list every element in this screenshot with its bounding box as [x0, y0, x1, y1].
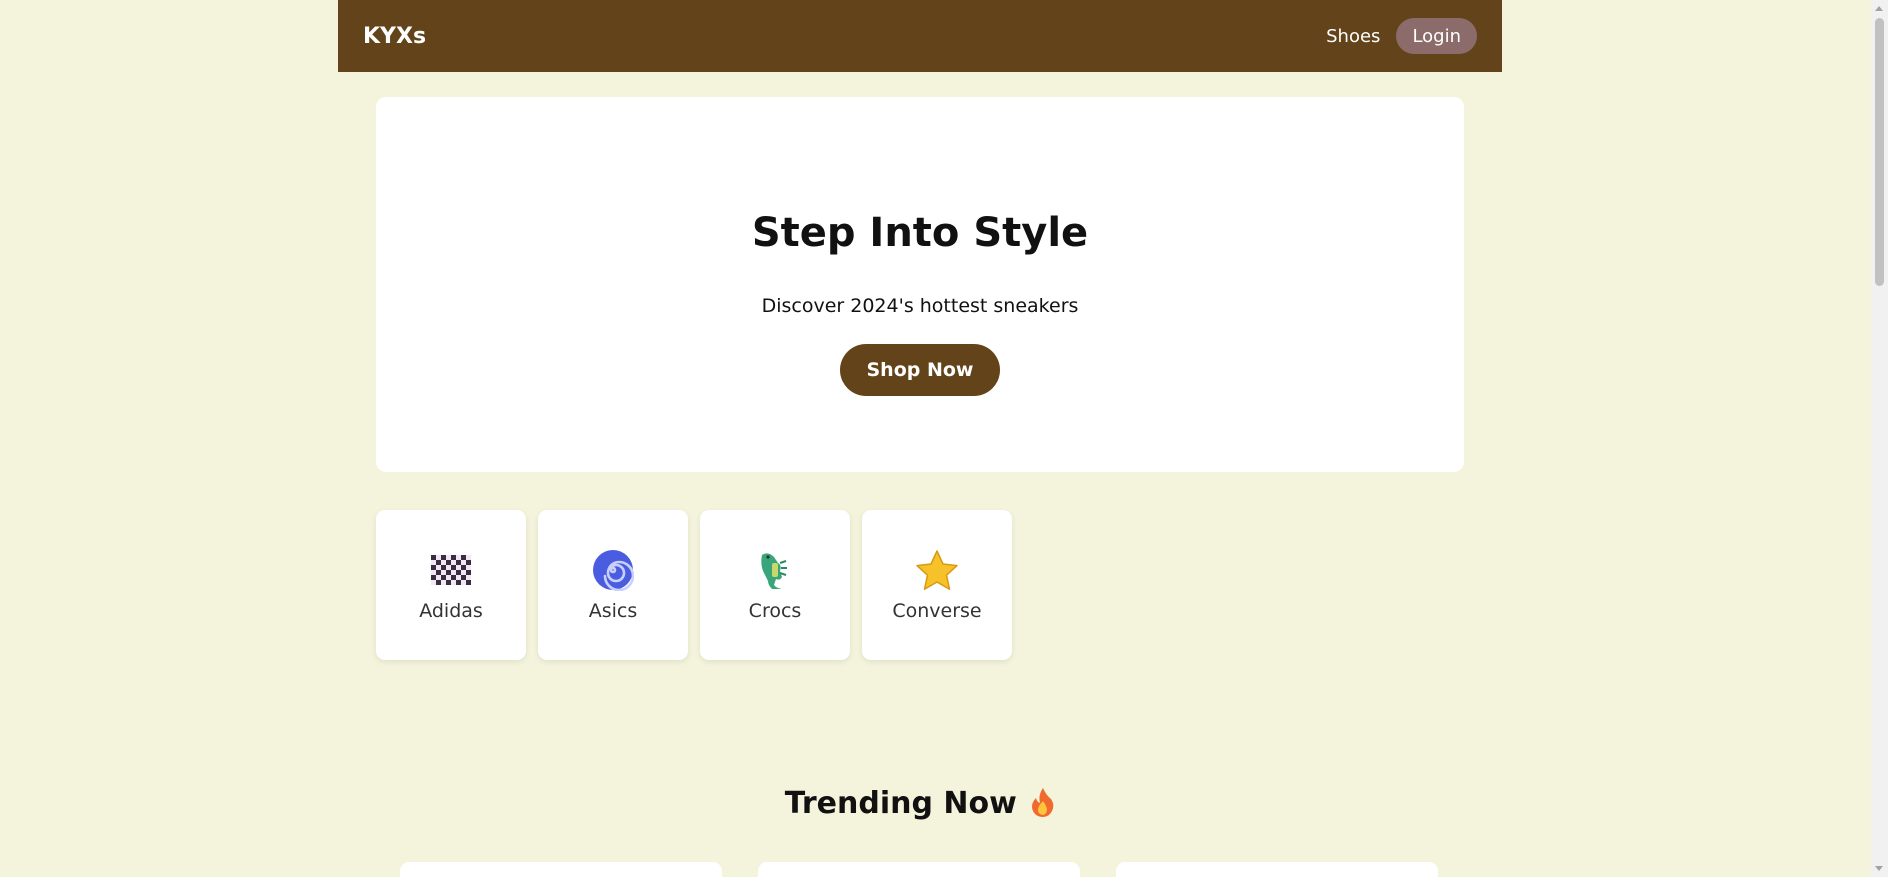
trending-product-card[interactable]: [400, 862, 722, 877]
brand-list: Adidas Asics Crocs Converse: [376, 510, 1012, 660]
checkered-flag-icon: [429, 548, 473, 592]
hero-banner: Step Into Style Discover 2024's hottest …: [376, 97, 1464, 472]
fire-icon: [1031, 787, 1055, 825]
hero-title: Step Into Style: [751, 210, 1089, 256]
brand-label: Adidas: [419, 600, 483, 622]
site-logo[interactable]: KYXs: [363, 24, 426, 49]
brand-label: Converse: [892, 600, 982, 622]
brand-card-adidas[interactable]: Adidas: [376, 510, 526, 660]
nav-link-shoes[interactable]: Shoes: [1326, 26, 1380, 47]
brand-card-crocs[interactable]: Crocs: [700, 510, 850, 660]
brand-label: Asics: [588, 600, 638, 622]
trending-title-text: Trending Now: [784, 786, 1017, 821]
scroll-down-arrow-icon[interactable]: [1875, 866, 1883, 871]
page: KYXs Shoes Login Step Into Style Discove…: [0, 0, 1888, 877]
top-navbar: KYXs Shoes Login: [338, 0, 1502, 72]
brand-label: Crocs: [748, 600, 802, 622]
trending-heading: Trending Now: [0, 786, 1840, 825]
vertical-scrollbar[interactable]: [1871, 0, 1888, 877]
crocodile-icon: [753, 548, 797, 592]
trending-product-card[interactable]: [1116, 862, 1438, 877]
spiral-icon: [591, 548, 635, 592]
brand-card-converse[interactable]: Converse: [862, 510, 1012, 660]
brand-card-asics[interactable]: Asics: [538, 510, 688, 660]
hero-subtitle: Discover 2024's hottest sneakers: [761, 295, 1079, 317]
main-nav: Shoes Login: [1326, 18, 1477, 54]
star-icon: [915, 548, 959, 592]
login-button[interactable]: Login: [1396, 18, 1477, 54]
shop-now-button[interactable]: Shop Now: [840, 344, 1000, 396]
scroll-thumb[interactable]: [1875, 18, 1884, 286]
trending-product-card[interactable]: [758, 862, 1080, 877]
scroll-up-arrow-icon[interactable]: [1875, 6, 1883, 11]
